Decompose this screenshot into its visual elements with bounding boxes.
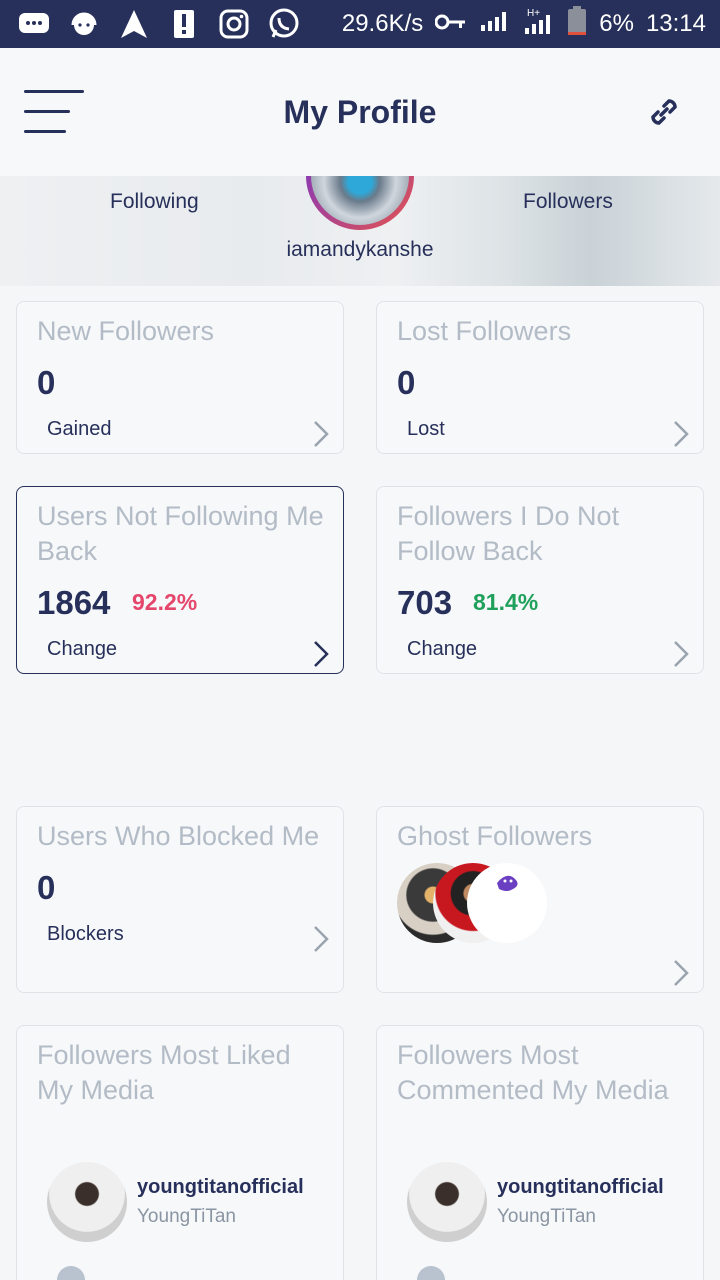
card-count: 1864 [37, 584, 111, 621]
card-count: 0 [37, 364, 56, 401]
blocked-me-card[interactable]: Users Who Blocked Me 0 Blockers [16, 806, 344, 993]
user-handle: youngtitanofficial [497, 1176, 664, 1198]
signal-icon [479, 9, 511, 40]
arrow-nav-icon [118, 8, 150, 40]
chevron-right-icon [674, 421, 689, 447]
card-subtitle: Gained [47, 418, 112, 440]
network-speed: 29.6K/s [341, 10, 424, 37]
user-display-name: YoungTiTan [137, 1206, 236, 1227]
card-subtitle: Change [47, 638, 118, 660]
chevron-right-icon [674, 960, 689, 986]
avatar [47, 1162, 127, 1242]
following-label[interactable]: Following [110, 190, 199, 214]
not-following-back-card[interactable]: Users Not Following Me Back 1864 92.2% C… [16, 486, 344, 674]
card-subtitle: Lost [407, 418, 445, 440]
ghost-avatar-group [397, 863, 557, 943]
app-header: My Profile [0, 48, 720, 176]
status-bar: 29.6K/s H+ 6% 13:14 [0, 0, 720, 48]
chevron-right-icon [314, 926, 329, 952]
change-percent: 92.2% [132, 589, 198, 615]
followers-label[interactable]: Followers [523, 190, 613, 214]
most-commented-card[interactable]: Followers Most Commented My Media youngt… [376, 1025, 704, 1280]
profile-username: iamandykanshe [286, 238, 434, 261]
card-title: Users Not Following Me Back [37, 501, 324, 566]
card-subtitle: Blockers [47, 923, 124, 945]
key-icon [434, 10, 467, 38]
avatar [407, 1162, 487, 1242]
chat-icon [18, 8, 50, 40]
card-title: Users Who Blocked Me [37, 821, 320, 851]
card-title: Followers Most Liked My Media [37, 1040, 291, 1105]
card-title: Ghost Followers [397, 821, 593, 851]
card-subtitle: Change [407, 638, 478, 660]
user-display-name: YoungTiTan [497, 1206, 596, 1227]
chevron-right-icon [674, 641, 689, 667]
top-user-row[interactable]: youngtitanofficial YoungTiTan [407, 1162, 693, 1242]
page-title: My Profile [283, 94, 437, 130]
link-icon[interactable] [644, 92, 684, 132]
card-title: Lost Followers [397, 316, 572, 346]
card-count: 0 [37, 869, 56, 906]
card-title: New Followers [37, 316, 215, 346]
card-count: 0 [397, 364, 416, 401]
headset-icon [68, 8, 100, 40]
i-do-not-follow-back-card[interactable]: Followers I Do Not Follow Back 703 81.4%… [376, 486, 704, 674]
most-liked-card[interactable]: Followers Most Liked My Media youngtitan… [16, 1025, 344, 1280]
card-title: Followers I Do Not Follow Back [397, 501, 620, 566]
new-followers-card[interactable]: New Followers 0 Gained [16, 301, 344, 454]
top-user-row[interactable]: youngtitanofficial YoungTiTan [47, 1162, 333, 1242]
ghost-icon [497, 875, 518, 891]
chevron-right-icon [314, 421, 329, 447]
clock: 13:14 [645, 10, 706, 37]
ghost-avatar [467, 863, 547, 943]
signal-hplus-icon: H+ [523, 6, 555, 43]
user-handle: youngtitanofficial [137, 1176, 304, 1198]
alert-icon [168, 8, 200, 40]
chevron-right-icon [314, 641, 329, 667]
svg-text:H+: H+ [527, 8, 540, 19]
lost-followers-card[interactable]: Lost Followers 0 Lost [376, 301, 704, 454]
battery-percent: 6% [599, 10, 634, 37]
change-percent: 81.4% [473, 589, 539, 615]
whatsapp-icon [268, 8, 300, 40]
heart-icon [57, 1266, 85, 1280]
comment-icon [417, 1266, 445, 1280]
card-title: Followers Most Commented My Media [397, 1040, 669, 1105]
battery-icon [567, 5, 587, 43]
card-count: 703 [397, 584, 453, 621]
ghost-followers-card[interactable]: Ghost Followers [376, 806, 704, 993]
instagram-icon [218, 8, 250, 40]
